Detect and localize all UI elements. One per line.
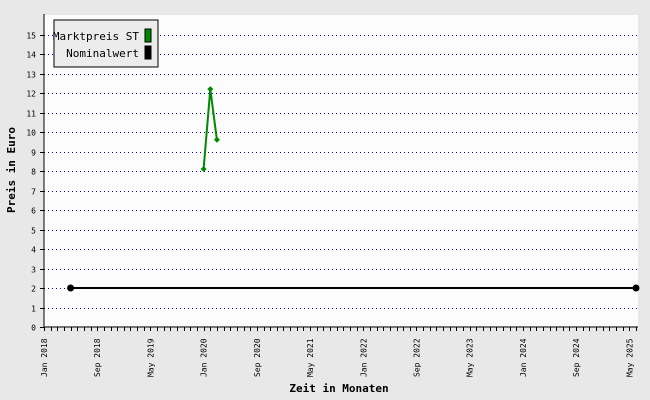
x-tick-label: Jan 2020 (200, 338, 209, 377)
legend-label-nominalwert: Nominalwert (66, 47, 139, 60)
x-tick-label: May 2019 (146, 338, 155, 377)
y-tick-label: 2 (31, 285, 36, 294)
y-tick-label: 4 (31, 246, 36, 255)
y-tick-label: 13 (26, 71, 36, 80)
data-point-nominalwert (67, 284, 75, 292)
y-tick-label: 9 (31, 149, 36, 158)
x-tick-label: Jan 2024 (519, 338, 528, 377)
x-tick-label: Jan 2018 (40, 338, 49, 377)
legend-label-marktpreis: Marktpreis ST (53, 30, 139, 43)
legend-swatch-marktpreis (144, 28, 152, 43)
x-axis-title: Zeit in Monaten (289, 382, 388, 395)
y-tick-label: 3 (31, 266, 36, 275)
x-tick-label: May 2021 (306, 338, 315, 377)
x-tick-label: May 2025 (625, 338, 634, 377)
y-tick-label: 6 (31, 207, 36, 216)
x-tick-label: Jan 2022 (359, 338, 368, 377)
y-tick-label: 10 (26, 129, 36, 138)
x-tick-label: Sep 2020 (253, 338, 262, 377)
y-tick-label: 5 (31, 227, 36, 236)
x-tick-label: May 2023 (466, 338, 475, 377)
y-tick-label: 1 (31, 305, 36, 314)
y-tick-label: 8 (31, 168, 36, 177)
y-tick-label: 12 (26, 90, 36, 99)
x-tick-label: Sep 2018 (93, 338, 102, 377)
y-axis-title: Preis in Euro (5, 127, 18, 213)
x-tick-label: Sep 2022 (412, 338, 421, 377)
y-tick-label: 15 (26, 32, 36, 41)
chart: 0123456789101112131415 Jan 2018 Sep 2018 M… (0, 0, 650, 400)
data-point-nominalwert (632, 284, 640, 292)
legend: Marktpreis ST Nominalwert (53, 19, 159, 68)
y-tick-label: 7 (31, 188, 36, 197)
legend-swatch-nominalwert (144, 45, 152, 60)
y-tick-label: 0 (31, 324, 36, 333)
y-tick-label: 14 (26, 51, 36, 60)
x-tick-label: Sep 2024 (572, 338, 581, 377)
y-tick-label: 11 (26, 110, 36, 119)
